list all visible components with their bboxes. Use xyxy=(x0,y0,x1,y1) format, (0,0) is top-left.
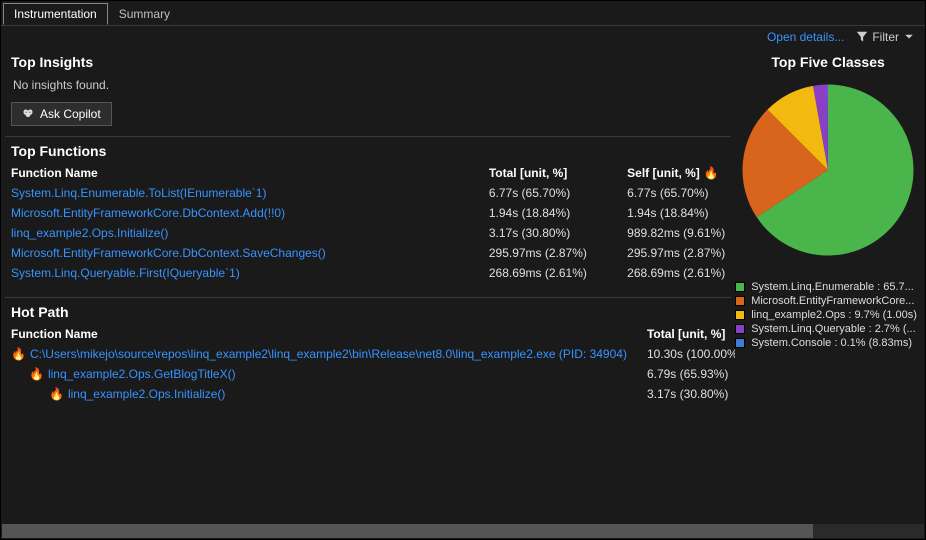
total-cell: 3.17s (30.80%) xyxy=(637,384,735,404)
legend-item[interactable]: linq_example2.Ops : 9.7% (1.00s) xyxy=(735,308,921,322)
table-row[interactable]: 🔥 C:\Users\mikejo\source\repos\linq_examp… xyxy=(1,344,735,364)
self-cell: 268.69ms (2.61%) xyxy=(617,263,735,283)
tab-instrumentation[interactable]: Instrumentation xyxy=(3,3,108,25)
col-function-name[interactable]: Function Name xyxy=(1,163,479,183)
legend-label: Microsoft.EntityFrameworkCore... xyxy=(751,295,914,307)
table-row[interactable]: Microsoft.EntityFrameworkCore.DbContext.… xyxy=(1,243,735,263)
legend-item[interactable]: System.Linq.Enumerable : 65.7... xyxy=(735,280,921,294)
hot-path-table: Function Name Total [unit, %] 🔥 C:\Users\… xyxy=(1,324,735,404)
col-self[interactable]: Self [unit, %]🔥 xyxy=(617,163,735,183)
function-link[interactable]: linq_example2.Ops.GetBlogTitleX() xyxy=(48,367,236,381)
hot-col-name[interactable]: Function Name xyxy=(1,324,637,344)
funnel-icon xyxy=(856,31,868,43)
legend-item[interactable]: System.Console : 0.1% (8.83ms) xyxy=(735,336,921,350)
open-details-link[interactable]: Open details... xyxy=(767,30,844,44)
legend-label: System.Linq.Queryable : 2.7% (... xyxy=(751,323,915,335)
legend-swatch xyxy=(735,296,745,306)
top-functions-table: Function Name Total [unit, %] Self [unit… xyxy=(1,163,735,283)
flame-icon: 🔥 xyxy=(11,347,26,361)
function-link[interactable]: linq_example2.Ops.Initialize() xyxy=(68,387,225,401)
flame-icon: 🔥 xyxy=(49,387,64,401)
function-link[interactable]: Microsoft.EntityFrameworkCore.DbContext.… xyxy=(11,246,326,260)
table-row[interactable]: 🔥 linq_example2.Ops.GetBlogTitleX() 6.79s … xyxy=(1,364,735,384)
total-cell: 6.79s (65.93%) xyxy=(637,364,735,384)
total-cell: 10.30s (100.00%) xyxy=(637,344,735,364)
self-cell: 989.82ms (9.61%) xyxy=(617,223,735,243)
function-link[interactable]: Microsoft.EntityFrameworkCore.DbContext.… xyxy=(11,206,285,220)
filter-label: Filter xyxy=(872,30,899,44)
copilot-label: Ask Copilot xyxy=(40,107,101,121)
legend-swatch xyxy=(735,310,745,320)
table-row[interactable]: linq_example2.Ops.Initialize() 3.17s (30.… xyxy=(1,223,735,243)
legend-swatch xyxy=(735,282,745,292)
total-cell: 3.17s (30.80%) xyxy=(479,223,617,243)
legend-swatch xyxy=(735,324,745,334)
chart-legend: System.Linq.Enumerable : 65.7... Microsof… xyxy=(735,280,921,350)
table-row[interactable]: 🔥 linq_example2.Ops.Initialize() 3.17s (30… xyxy=(1,384,735,404)
legend-label: linq_example2.Ops : 9.7% (1.00s) xyxy=(751,309,917,321)
pie-chart xyxy=(738,80,918,260)
top-five-classes-title: Top Five Classes xyxy=(735,48,921,80)
total-cell: 6.77s (65.70%) xyxy=(479,183,617,203)
toolbar: Open details... Filter xyxy=(1,26,925,48)
filter-button[interactable]: Filter xyxy=(856,30,915,44)
copilot-icon xyxy=(22,108,34,120)
function-link[interactable]: System.Linq.Queryable.First(IQueryable`1… xyxy=(11,266,240,280)
tab-bar: Instrumentation Summary xyxy=(1,1,925,26)
legend-item[interactable]: Microsoft.EntityFrameworkCore... xyxy=(735,294,921,308)
flame-icon: 🔥 xyxy=(29,367,44,381)
tab-summary[interactable]: Summary xyxy=(108,3,181,25)
flame-icon: 🔥 xyxy=(704,166,719,180)
function-link[interactable]: C:\Users\mikejo\source\repos\linq_exampl… xyxy=(30,347,627,361)
table-row[interactable]: Microsoft.EntityFrameworkCore.DbContext.… xyxy=(1,203,735,223)
hot-path-title: Hot Path xyxy=(1,298,735,324)
top-functions-title: Top Functions xyxy=(1,137,735,163)
table-row[interactable]: System.Linq.Enumerable.ToList(IEnumerabl… xyxy=(1,183,735,203)
self-cell: 6.77s (65.70%) xyxy=(617,183,735,203)
legend-label: System.Linq.Enumerable : 65.7... xyxy=(751,281,914,293)
legend-swatch xyxy=(735,338,745,348)
col-total[interactable]: Total [unit, %] xyxy=(479,163,617,183)
legend-item[interactable]: System.Linq.Queryable : 2.7% (... xyxy=(735,322,921,336)
total-cell: 295.97ms (2.87%) xyxy=(479,243,617,263)
total-cell: 268.69ms (2.61%) xyxy=(479,263,617,283)
hot-col-total[interactable]: Total [unit, %] xyxy=(637,324,735,344)
table-row[interactable]: System.Linq.Queryable.First(IQueryable`1… xyxy=(1,263,735,283)
self-cell: 1.94s (18.84%) xyxy=(617,203,735,223)
legend-label: System.Console : 0.1% (8.83ms) xyxy=(751,337,912,349)
ask-copilot-button[interactable]: Ask Copilot xyxy=(11,102,112,126)
top-insights-title: Top Insights xyxy=(1,48,735,74)
chevron-down-icon xyxy=(903,31,915,43)
horizontal-scrollbar[interactable] xyxy=(2,524,924,538)
function-link[interactable]: System.Linq.Enumerable.ToList(IEnumerabl… xyxy=(11,186,266,200)
function-link[interactable]: linq_example2.Ops.Initialize() xyxy=(11,226,168,240)
total-cell: 1.94s (18.84%) xyxy=(479,203,617,223)
self-cell: 295.97ms (2.87%) xyxy=(617,243,735,263)
no-insights-text: No insights found. xyxy=(1,74,735,102)
